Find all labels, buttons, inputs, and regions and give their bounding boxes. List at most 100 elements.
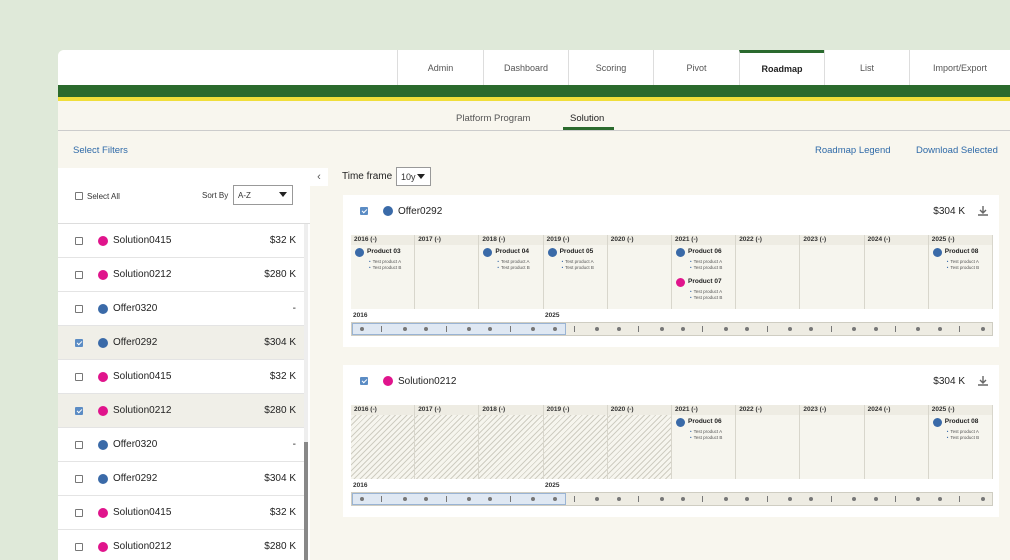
product-name: Product 06 — [688, 418, 722, 425]
item-checkbox[interactable] — [75, 407, 83, 415]
product-sub-item: Test product A — [497, 259, 530, 264]
slider-tick — [402, 497, 407, 501]
product-name: Product 07 — [688, 278, 722, 285]
tab-admin[interactable]: Admin — [397, 50, 483, 85]
product-sub-item: Test product A — [690, 289, 723, 294]
slider-tick — [852, 327, 857, 331]
card-value: $304 K — [933, 376, 965, 387]
slider-tick — [467, 327, 471, 331]
product-sub-item: Test product A — [690, 429, 723, 434]
roadmap-card-header: Solution0212 $304 K — [343, 365, 999, 397]
year-label: 2023 (-) — [803, 236, 827, 243]
slider-tick — [895, 326, 896, 332]
select-all-checkbox[interactable] — [75, 192, 83, 200]
item-name: Offer0320 — [113, 303, 158, 314]
timeline-slider[interactable] — [351, 492, 993, 506]
item-checkbox[interactable] — [75, 543, 83, 551]
slider-tick — [574, 326, 575, 332]
slider-tick — [895, 496, 896, 502]
top-nav: Admin Dashboard Scoring Pivot Roadmap Li… — [58, 50, 1010, 85]
select-filters-link[interactable]: Select Filters — [73, 145, 128, 156]
card-checkbox[interactable] — [360, 377, 368, 385]
slider-tick — [595, 497, 600, 501]
slider-tick — [702, 326, 704, 332]
list-item[interactable]: Offer0292 $304 K — [58, 326, 304, 360]
list-item[interactable]: Solution0212 $280 K — [58, 394, 304, 428]
item-name: Solution0415 — [113, 507, 172, 518]
slider-end-label: 2025 — [545, 312, 560, 319]
item-color-dot — [98, 542, 108, 552]
slider-tick — [445, 496, 447, 502]
tab-pivot[interactable]: Pivot — [653, 50, 739, 85]
tab-scoring[interactable]: Scoring — [568, 50, 653, 85]
item-checkbox[interactable] — [75, 305, 83, 313]
year-column: 2016 (-) — [351, 405, 416, 479]
year-label: 2022 (-) — [739, 236, 762, 243]
slider-tick — [916, 497, 921, 501]
download-icon[interactable] — [977, 375, 989, 387]
timeframe-value: 10y — [401, 172, 416, 182]
download-selected-link[interactable]: Download Selected — [916, 145, 998, 156]
collapse-panel-button[interactable]: ‹ — [310, 168, 328, 186]
list-item[interactable]: Solution0212 $280 K — [58, 258, 304, 292]
timeline-slider[interactable] — [351, 322, 993, 336]
tab-import-export[interactable]: Import/Export — [909, 50, 1010, 85]
year-label: 2019 (-) — [546, 406, 570, 413]
year-label: 2020 (-) — [610, 406, 634, 413]
product-dot — [547, 248, 557, 257]
item-value: $32 K — [269, 507, 296, 518]
year-label: 2024 (-) — [867, 236, 891, 243]
year-column: 2018 (-) — [479, 235, 544, 309]
list-scroll-thumb[interactable] — [304, 442, 308, 560]
roadmap-card: Solution0212 $304 K 2016 (-) 2017 (-) 2018 (… — [343, 365, 999, 517]
list-item[interactable]: Solution0415 $32 K — [58, 360, 304, 394]
tab-roadmap[interactable]: Roadmap — [739, 50, 824, 85]
product-sub-item: Test product B — [947, 265, 979, 270]
tab-list[interactable]: List — [824, 50, 909, 85]
slider-tick — [509, 326, 511, 332]
subtab-solution[interactable]: Solution — [570, 113, 604, 124]
tab-dashboard[interactable]: Dashboard — [483, 50, 568, 85]
active-subtab-indicator — [563, 127, 614, 130]
item-name: Offer0292 — [113, 473, 158, 484]
timeframe-select[interactable]: 10y — [396, 167, 431, 186]
item-color-dot — [98, 236, 108, 246]
roadmap-legend-link[interactable]: Roadmap Legend — [815, 145, 891, 156]
list-item[interactable]: Solution0415 $32 K — [58, 224, 304, 258]
year-label: 2022 (-) — [739, 406, 762, 413]
card-value: $304 K — [933, 206, 965, 217]
slider-tick — [552, 327, 557, 331]
slider-tick — [659, 327, 664, 331]
year-label: 2023 (-) — [803, 406, 827, 413]
item-checkbox[interactable] — [75, 373, 83, 381]
list-item[interactable]: Offer0320 - — [58, 428, 304, 462]
subtab-platform-program[interactable]: Platform Program — [456, 113, 530, 124]
item-checkbox[interactable] — [75, 271, 83, 279]
download-icon[interactable] — [977, 205, 989, 217]
list-item[interactable]: Solution0415 $32 K — [58, 496, 304, 530]
year-label: 2019 (-) — [546, 236, 570, 243]
item-checkbox[interactable] — [75, 441, 83, 449]
slider-tick — [788, 497, 792, 501]
year-column: 2022 (-) — [736, 235, 801, 309]
sort-select[interactable]: A-Z — [233, 185, 293, 205]
list-item[interactable]: Offer0320 - — [58, 292, 304, 326]
item-checkbox[interactable] — [75, 475, 83, 483]
item-checkbox[interactable] — [75, 237, 83, 245]
year-label: 2025 (-) — [931, 406, 955, 413]
list-item[interactable]: Offer0292 $304 K — [58, 462, 304, 496]
product-dot — [932, 248, 942, 257]
item-checkbox[interactable] — [75, 339, 83, 347]
slider-tick — [360, 497, 364, 501]
product-name: Product 05 — [559, 248, 594, 255]
year-label: 2018 (-) — [482, 236, 506, 243]
list-item[interactable]: Solution0212 $280 K — [58, 530, 304, 560]
slider-tick — [809, 327, 814, 331]
card-checkbox[interactable] — [360, 207, 368, 215]
slider-tick — [766, 496, 768, 502]
slider-tick — [873, 327, 878, 331]
year-label: 2021 (-) — [675, 236, 698, 243]
item-value: $280 K — [264, 541, 296, 552]
slider-tick — [360, 327, 364, 331]
item-checkbox[interactable] — [75, 509, 83, 517]
